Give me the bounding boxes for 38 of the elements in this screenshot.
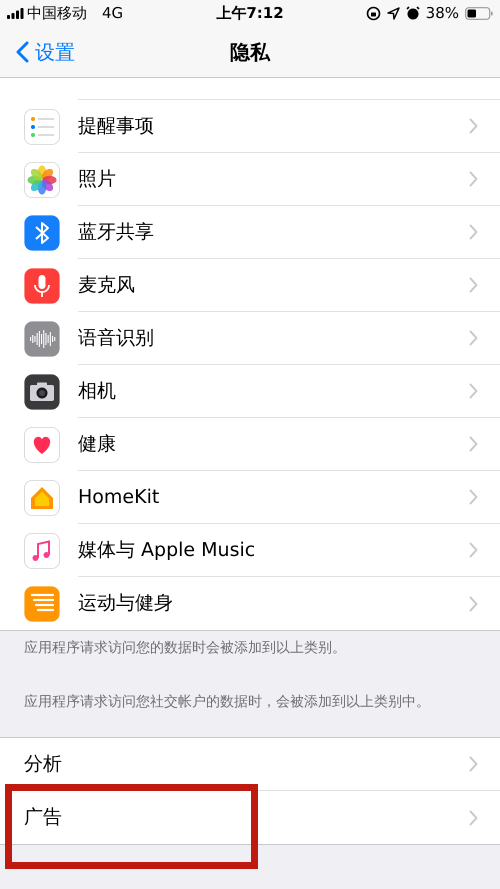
settings-row[interactable]: 分析 <box>0 738 500 791</box>
footnote-text: 应用程序请求访问您社交帐户的数据时，会被添加到以上类别中。 <box>24 693 431 712</box>
back-button[interactable]: 设置 <box>0 36 75 66</box>
chevron-right-icon <box>469 224 478 240</box>
chevron-right-icon <box>469 118 478 134</box>
fitness-app-icon <box>24 586 60 622</box>
alarm-icon <box>406 6 420 20</box>
music-app-icon <box>24 532 60 568</box>
network-type: 4G <box>102 2 124 24</box>
rotation-lock-icon <box>366 6 381 20</box>
chevron-right-icon <box>469 277 478 293</box>
speech-app-icon <box>24 320 60 356</box>
battery-percent: 38% <box>426 2 459 24</box>
microphone-app-icon <box>24 268 60 304</box>
status-time: 上午7:12 <box>216 2 284 24</box>
chevron-right-icon <box>469 542 478 558</box>
chevron-right-icon <box>469 171 478 187</box>
settings-row[interactable]: 广告 <box>0 791 500 844</box>
photos-app-icon <box>24 162 60 198</box>
carrier-name: 中国移动 <box>27 2 87 24</box>
battery-icon <box>465 6 493 20</box>
footnote-text: 应用程序请求访问您的数据时会被添加到以上类别。 <box>24 639 347 658</box>
homekit-app-icon <box>24 480 60 516</box>
chevron-right-icon <box>469 489 478 505</box>
chevron-right-icon <box>469 383 478 399</box>
health-app-icon <box>24 426 60 462</box>
location-icon <box>386 6 400 20</box>
chevron-left-icon <box>16 40 29 62</box>
chevron-right-icon <box>469 756 478 772</box>
bluetooth-app-icon <box>24 214 60 250</box>
chevron-right-icon <box>469 436 478 452</box>
reminders-app-icon <box>24 108 60 144</box>
chevron-right-icon <box>469 596 478 612</box>
signal-icon <box>7 8 24 18</box>
camera-app-icon <box>24 374 60 410</box>
nav-title: 隐私 <box>230 38 270 66</box>
chevron-right-icon <box>469 810 478 826</box>
chevron-right-icon <box>469 330 478 346</box>
